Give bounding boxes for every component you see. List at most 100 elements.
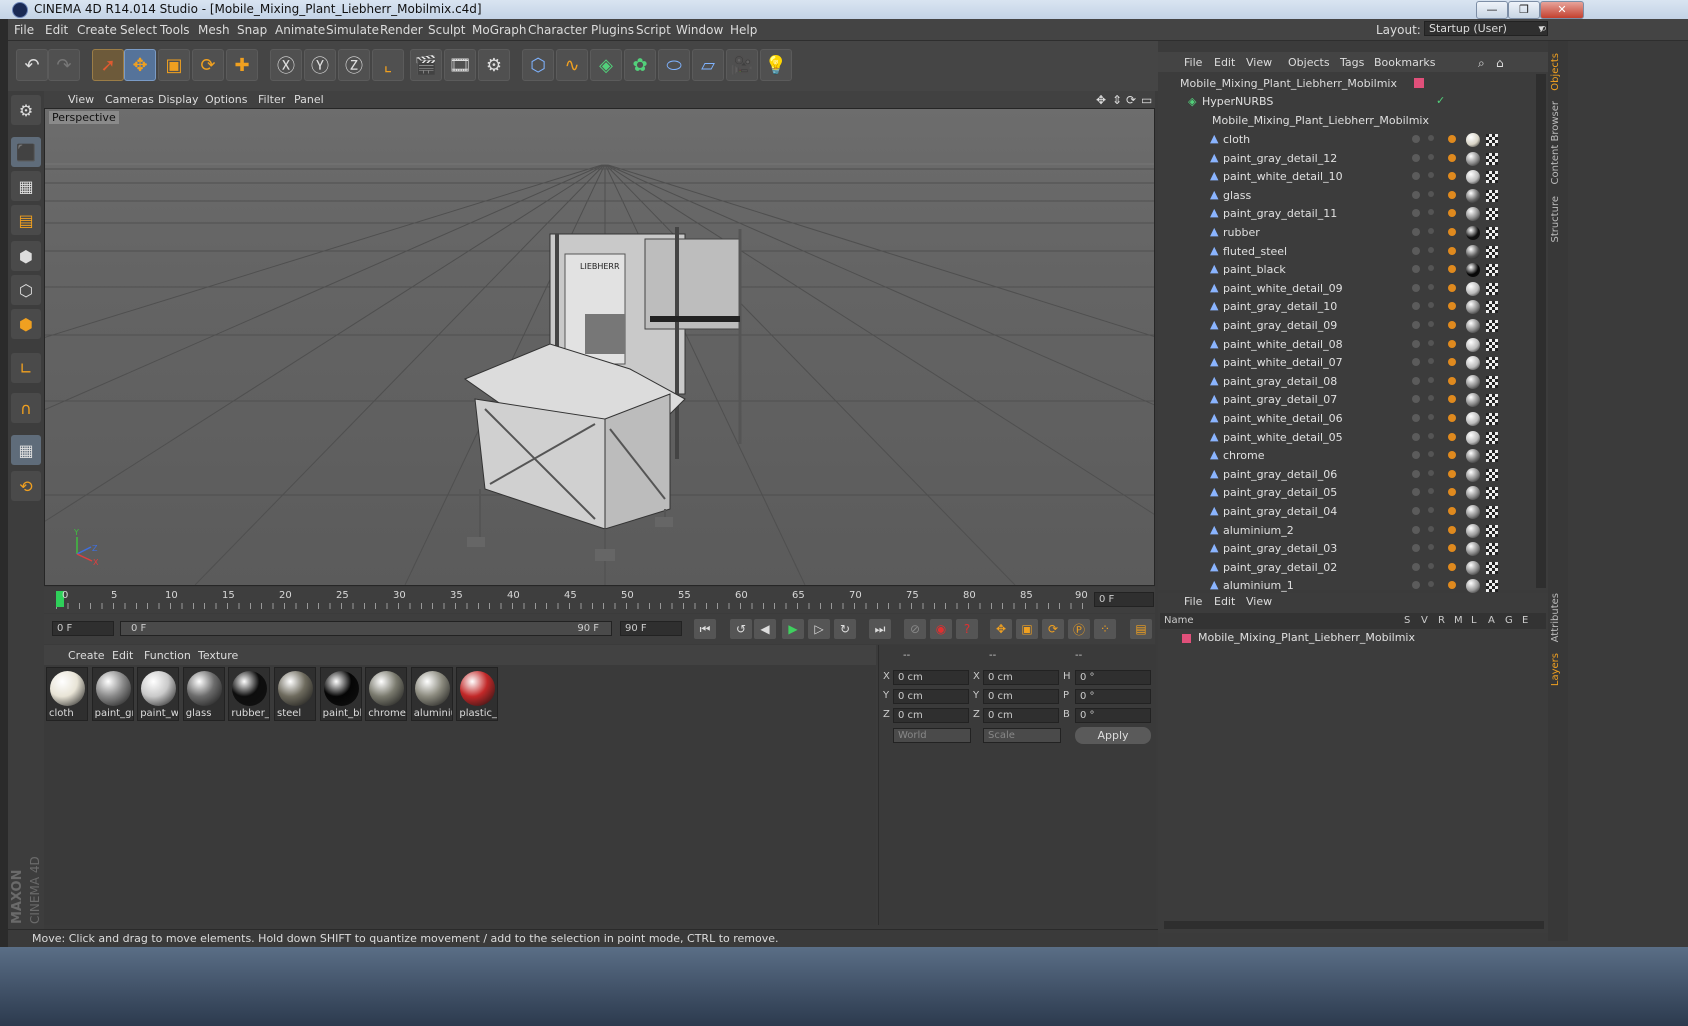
phong-tag-icon[interactable] (1448, 414, 1456, 422)
uvw-tag-icon[interactable] (1486, 543, 1498, 556)
object-row[interactable]: ▲ paint_white_detail_10 (1158, 168, 1538, 186)
material-menu-edit[interactable]: Edit (112, 649, 133, 662)
phong-tag-icon[interactable] (1448, 135, 1456, 143)
object-row[interactable]: ▲ paint_black (1158, 261, 1538, 279)
phong-tag-icon[interactable] (1448, 283, 1456, 292)
editor-visibility-dot[interactable] (1412, 544, 1420, 553)
x-axis-button[interactable]: Ⓧ (270, 49, 302, 81)
start-frame-field[interactable]: 0 F (52, 621, 114, 636)
editor-visibility-dot[interactable] (1412, 190, 1420, 199)
phong-tag-icon[interactable] (1448, 525, 1456, 534)
object-row-group[interactable]: Mobile_Mixing_Plant_Liebherr_Mobilmix (1158, 112, 1538, 130)
object-menu-objects[interactable]: Objects (1288, 56, 1330, 69)
menu-tools[interactable]: Tools (160, 23, 190, 37)
object-row-root[interactable]: Mobile_Mixing_Plant_Liebherr_Mobilmix (1158, 75, 1538, 93)
pan-icon[interactable]: ✥ (1096, 93, 1106, 107)
tab-structure[interactable]: Structure (1550, 196, 1561, 243)
render-visibility-dot[interactable] (1428, 302, 1434, 309)
pos-y-field[interactable]: 0 cm (893, 689, 969, 704)
deformer-button[interactable]: ⬭ (658, 49, 690, 81)
material-swatch[interactable]: chrome (365, 667, 408, 721)
uvw-tag-icon[interactable] (1486, 506, 1498, 518)
object-row[interactable]: ▲ paint_gray_detail_12 (1158, 150, 1538, 168)
uvw-tag-icon[interactable] (1486, 245, 1498, 258)
render-visibility-dot[interactable] (1428, 376, 1434, 383)
material-tag-icon[interactable] (1466, 356, 1480, 371)
uvw-tag-icon[interactable] (1486, 171, 1498, 184)
layer-scrollbar[interactable] (1164, 921, 1544, 929)
3d-viewport[interactable]: LIEBHERR Y Z X Perspective (44, 108, 1155, 586)
material-tag-icon[interactable] (1466, 188, 1480, 203)
material-tag-icon[interactable] (1466, 374, 1480, 389)
lock-workplane-button[interactable]: ⟲ (11, 471, 41, 501)
material-tag-icon[interactable] (1466, 523, 1480, 538)
uvw-tag-icon[interactable] (1486, 208, 1498, 221)
material-swatch[interactable]: aluminiu (410, 667, 453, 721)
phong-tag-icon[interactable] (1448, 581, 1456, 590)
maximize-button[interactable]: ❐ (1508, 1, 1540, 19)
viewport-menu-view[interactable]: View (68, 93, 94, 106)
object-row[interactable]: ▲ rubber (1158, 224, 1538, 242)
scale-tool-button[interactable]: ▣ (158, 49, 190, 81)
search-icon[interactable]: ⌕ (1478, 56, 1485, 71)
object-row[interactable]: ▲ chrome (1158, 447, 1538, 465)
size-y-field[interactable]: 0 cm (983, 689, 1059, 704)
phong-tag-icon[interactable] (1448, 358, 1456, 367)
record-keys-button[interactable]: ⊘ (904, 619, 926, 639)
render-visibility-dot[interactable] (1428, 321, 1434, 327)
previous-key-button[interactable]: ↺ (730, 619, 752, 639)
previous-frame-button[interactable]: ◀ (754, 619, 776, 639)
material-tag-icon[interactable] (1466, 133, 1480, 147)
uvw-tag-icon[interactable] (1486, 134, 1498, 146)
snap-button[interactable]: ▦ (11, 435, 41, 465)
phong-tag-icon[interactable] (1448, 246, 1456, 255)
y-axis-button[interactable]: Ⓨ (304, 49, 336, 81)
object-row[interactable]: ▲ paint_gray_detail_11 (1158, 205, 1538, 223)
menu-edit[interactable]: Edit (45, 23, 68, 37)
tab-attributes[interactable]: Attributes (1550, 593, 1561, 642)
editor-visibility-dot[interactable] (1412, 209, 1420, 218)
material-swatch[interactable]: cloth (46, 667, 88, 721)
phong-tag-icon[interactable] (1448, 562, 1456, 571)
menu-snap[interactable]: Snap (237, 23, 267, 37)
size-z-field[interactable]: 0 cm (983, 708, 1059, 723)
transform-button[interactable]: ✚ (226, 49, 258, 81)
z-axis-button[interactable]: Ⓩ (338, 49, 370, 81)
object-row[interactable]: ▲ paint_white_detail_06 (1158, 410, 1538, 428)
keyframe-selection-button[interactable]: ? (956, 619, 978, 639)
timeline-ruler[interactable]: 0 5 10 15 20 25 30 35 40 45 50 55 60 65 … (44, 587, 1155, 613)
object-row[interactable]: ▲ paint_gray_detail_03 (1158, 540, 1538, 558)
phong-tag-icon[interactable] (1448, 190, 1456, 199)
material-swatch[interactable]: paint_w (137, 667, 180, 721)
material-tag-icon[interactable] (1466, 560, 1480, 575)
render-visibility-dot[interactable] (1428, 358, 1434, 365)
key-rotation-button[interactable]: ⟳ (1042, 619, 1064, 639)
object-row[interactable]: ▲ paint_gray_detail_05 (1158, 484, 1538, 502)
polygons-mode-button[interactable]: ⬢ (11, 309, 41, 339)
menu-sculpt[interactable]: Sculpt (428, 23, 465, 37)
current-frame-field[interactable]: 0 F (1094, 592, 1154, 607)
material-menu-create[interactable]: Create (68, 649, 105, 662)
render-visibility-dot[interactable] (1428, 432, 1434, 439)
editor-visibility-dot[interactable] (1412, 321, 1420, 329)
material-tag-icon[interactable] (1466, 319, 1480, 333)
key-parameter-button[interactable]: Ⓟ (1068, 619, 1090, 639)
maximize-view-icon[interactable]: ▭ (1141, 93, 1152, 107)
material-tag-icon[interactable] (1466, 170, 1480, 185)
end-frame-field[interactable]: 90 F (620, 621, 682, 636)
minimize-button[interactable]: — (1476, 1, 1508, 19)
object-row[interactable]: ▲ paint_gray_detail_07 (1158, 391, 1538, 409)
editor-visibility-dot[interactable] (1412, 135, 1420, 143)
material-tag-icon[interactable] (1466, 151, 1480, 166)
material-tag-icon[interactable] (1466, 337, 1480, 352)
layer-menu-file[interactable]: File (1184, 595, 1202, 608)
go-to-start-button[interactable]: ⏮ (694, 619, 716, 639)
object-menu-file[interactable]: File (1184, 56, 1202, 69)
viewport-menu-display[interactable]: Display (158, 93, 199, 106)
menu-animate[interactable]: Animate (275, 23, 325, 37)
phong-tag-icon[interactable] (1448, 228, 1456, 236)
editor-visibility-dot[interactable] (1412, 339, 1420, 348)
transform-mode-select[interactable]: Scale (983, 728, 1061, 743)
rot-p-field[interactable]: 0 ° (1075, 689, 1151, 704)
render-visibility-dot[interactable] (1428, 228, 1434, 234)
